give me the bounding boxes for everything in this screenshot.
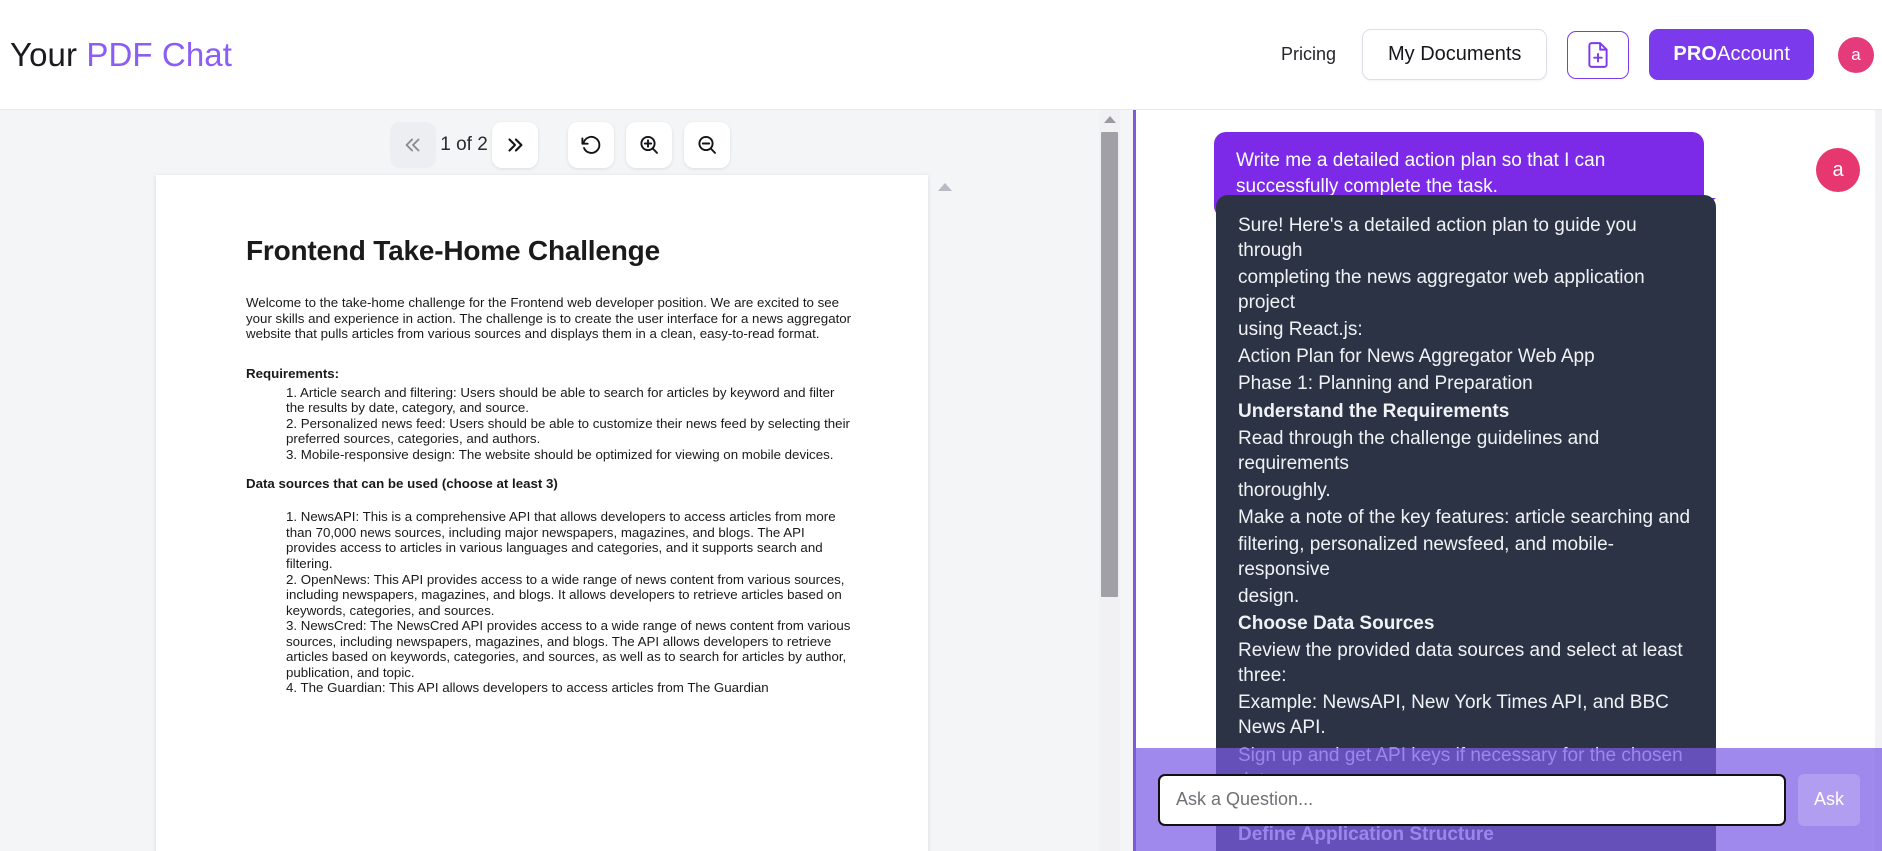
list-item: 4. The Guardian: This API allows develop… [286,680,769,696]
sources-heading: Data sources that can be used (choose at… [246,476,558,492]
requirements-list: 1. Article search and filtering: Users s… [246,385,852,463]
list-item: 1. Article search and filtering: Users s… [286,384,835,416]
first-page-button[interactable] [390,122,437,168]
double-chevron-right-icon [508,138,523,152]
upload-document-button[interactable] [1567,30,1630,79]
assistant-line: using React.js: [1238,319,1363,341]
magnifier-minus-icon [698,135,716,154]
next-page-button[interactable] [491,122,538,168]
rotate-button[interactable] [567,122,614,168]
assistant-line: Understand the Requirements [1238,400,1510,422]
file-plus-icon [1588,41,1608,68]
header-nav: Pricing My Documents PROAccount a [1275,29,1874,80]
assistant-line: Review the provided data sources and sel… [1238,640,1683,687]
account-label: Account [1717,43,1790,65]
magnifier-plus-icon [640,135,658,154]
app-logo: Your PDF Chat [10,36,232,74]
question-input[interactable] [1158,773,1786,826]
document-title: Frontend Take-Home Challenge [246,235,660,266]
assistant-line: filtering, personalized newsfeed, and mo… [1238,533,1614,581]
chat-user-avatar: a [1816,148,1860,192]
assistant-line: Make a note of the key features: article… [1238,506,1691,528]
app-header: Your PDF Chat Pricing My Documents PROAc… [0,0,1882,110]
assistant-line: Action Plan for News Aggregator Web App [1238,346,1595,368]
brand-text-primary: Your [10,35,87,73]
chat-message-list: Write me a detailed action plan so that … [1136,110,1882,851]
assistant-line: completing the news aggregator web appli… [1238,267,1645,314]
my-documents-button[interactable]: My Documents [1362,29,1548,80]
chat-scrollbar[interactable] [1875,110,1882,851]
zoom-out-button[interactable] [683,122,730,168]
list-item: 3. NewsCred: The NewsCred API provides a… [286,618,851,680]
app-root: Your PDF Chat Pricing My Documents PROAc… [0,0,1882,851]
brand-text-accent: PDF Chat [86,35,233,73]
list-item: 1. NewsAPI: This is a comprehensive API … [286,509,836,572]
rotate-left-icon [581,135,601,154]
pdf-toolbar: 1 of 2 [0,122,1120,168]
list-item: 2. OpenNews: This API provides access to… [286,571,845,618]
assistant-line: Choose Data Sources [1238,613,1435,635]
assistant-line: design. [1238,586,1300,608]
list-item: 3. Mobile-responsive design: The website… [286,446,834,462]
assistant-line: thoroughly. [1238,479,1331,501]
page-nav-group: 1 of 2 [390,122,538,168]
pdf-page-content: Frontend Take-Home Challenge Welcome to … [156,175,928,851]
pdf-scrollbar[interactable] [1099,110,1120,851]
pdf-viewer-pane: 1 of 2 Frontend Take-Home Challenge Welc… [0,110,1133,851]
requirements-heading: Requirements: [246,365,340,381]
double-chevron-left-icon [405,138,420,152]
avatar-initial: a [1851,44,1861,64]
nav-pricing-link[interactable]: Pricing [1275,36,1342,73]
chat-composer: Ask [1136,748,1882,851]
pdf-scrollbar-thumb[interactable] [1101,132,1118,597]
assistant-line: Read through the challenge guidelines an… [1238,427,1600,474]
document-intro: Welcome to the take-home challenge for t… [246,295,852,342]
avatar-initial: a [1832,158,1844,181]
page-indicator: 1 of 2 [440,134,488,155]
chat-pane: Write me a detailed action plan so that … [1136,110,1882,851]
ask-button[interactable]: Ask [1798,773,1860,826]
sources-list: 1. NewsAPI: This is a comprehensive API … [246,509,852,696]
assistant-line: Example: NewsAPI, New York Times API, an… [1238,692,1669,739]
header-avatar[interactable]: a [1838,36,1874,73]
zoom-in-button[interactable] [625,122,672,168]
pro-account-button[interactable]: PROAccount [1649,29,1814,80]
pro-label: PRO [1673,43,1718,65]
scroll-up-arrow-icon[interactable] [1104,116,1116,123]
list-item: 2. Personalized news feed: Users should … [286,415,850,447]
assistant-line: Phase 1: Planning and Preparation [1238,373,1533,395]
assistant-line: Sure! Here's a detailed action plan to g… [1238,215,1637,262]
page-scroll-marker [938,183,952,191]
